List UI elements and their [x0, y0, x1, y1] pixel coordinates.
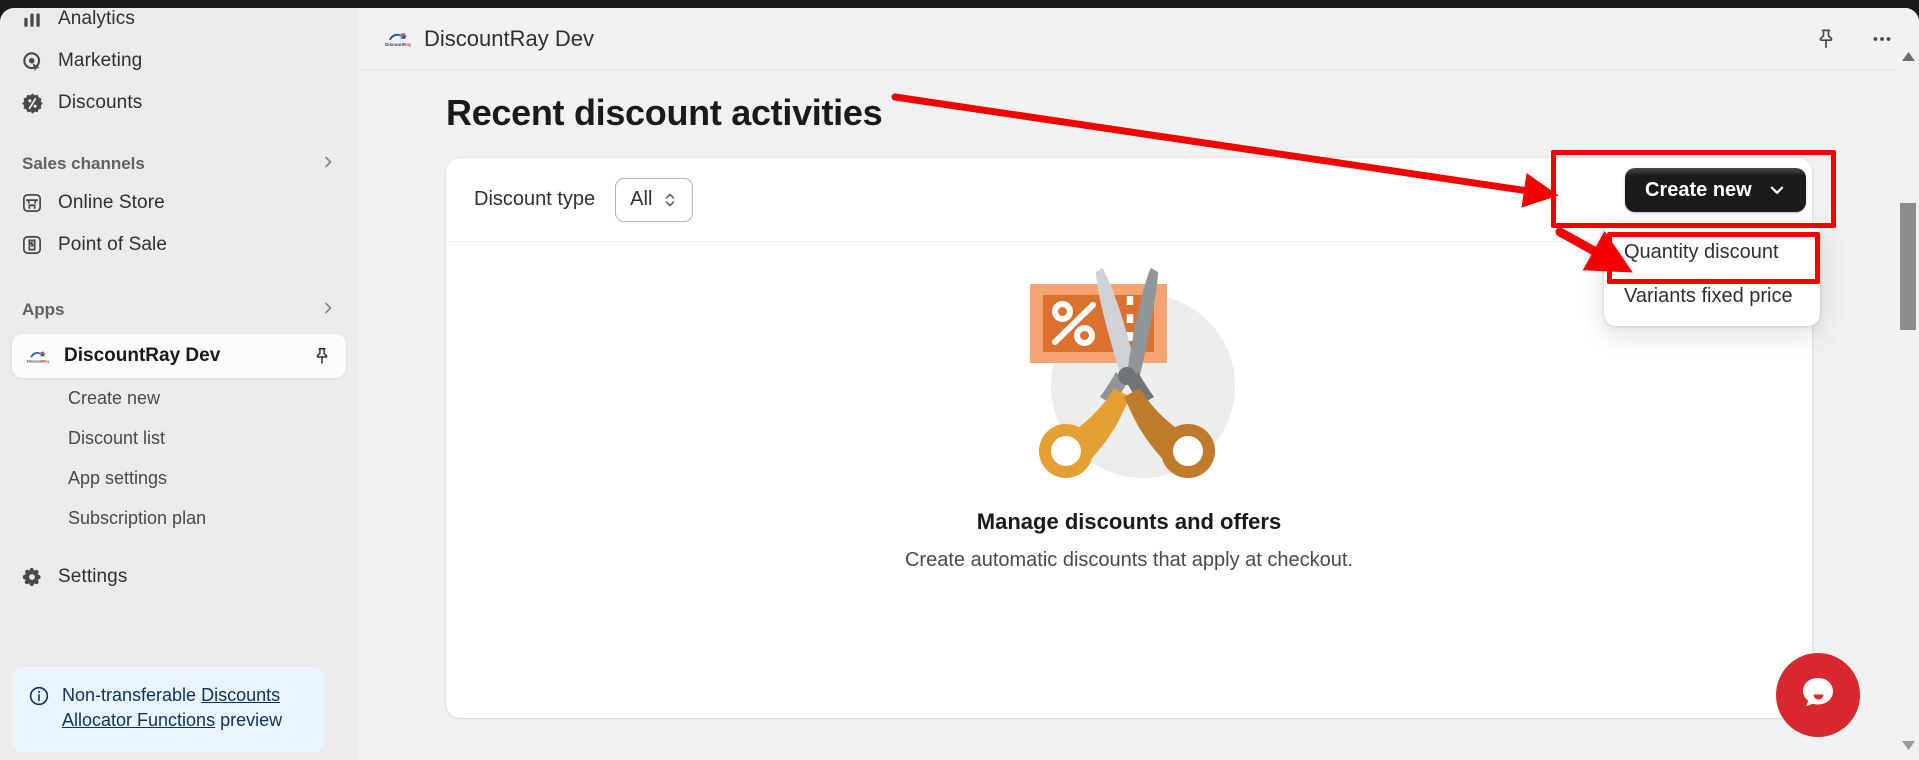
discountray-logo-icon: Discount Ray [385, 27, 411, 51]
discount-type-value: All [630, 188, 653, 210]
analytics-icon [20, 8, 44, 31]
main-pane: Discount Ray DiscountRay Dev Recent disc… [358, 8, 1919, 760]
sidebar-section-apps[interactable]: Apps [10, 292, 348, 328]
chat-bubble-icon [1796, 671, 1840, 720]
sidebar-section-label: Apps [22, 300, 65, 319]
menu-item-quantity-discount[interactable]: Quantity discount [1610, 230, 1814, 274]
empty-state-title: Manage discounts and offers [976, 509, 1282, 534]
pos-bag-icon [20, 233, 44, 257]
sidebar-item-marketing[interactable]: Marketing [10, 40, 348, 82]
sidebar-item-label: Online Store [58, 192, 165, 213]
menu-item-variants-fixed-price[interactable]: Variants fixed price [1610, 274, 1814, 318]
app-topbar: Discount Ray DiscountRay Dev [358, 8, 1919, 70]
sidebar-subitem-create-new[interactable]: Create new [10, 378, 348, 418]
chevron-right-icon[interactable] [320, 154, 336, 175]
sidebar-item-discounts[interactable]: Discounts [10, 82, 348, 124]
create-new-label: Create new [1645, 178, 1752, 201]
sidebar-item-label: Discounts [58, 92, 143, 113]
topbar-title: DiscountRay Dev [424, 25, 594, 51]
pin-icon[interactable] [1811, 24, 1841, 54]
up-down-chevrons-icon [662, 191, 678, 209]
sidebar-item-online-store[interactable]: Online Store [10, 182, 348, 224]
discount-type-label: Discount type [474, 188, 596, 210]
sidebar-item-label: Analytics [58, 8, 135, 29]
sidebar-item-label: Marketing [58, 50, 143, 71]
sidebar-item-label: Point of Sale [58, 234, 168, 255]
discountray-logo-icon: Discount Ray [26, 344, 50, 368]
sidebar-section-sales-channels[interactable]: Sales channels [10, 146, 348, 182]
sidebar-info-banner: Non-transferable Discounts Allocator Fun… [12, 666, 324, 752]
marketing-icon [20, 49, 44, 73]
chevron-down-icon [1768, 181, 1786, 199]
sidebar-subitem-label: Subscription plan [68, 507, 207, 528]
sidebar-settings-row: Settings [0, 550, 358, 598]
sidebar-subitem-app-settings[interactable]: App settings [10, 458, 348, 498]
svg-text:Discount: Discount [27, 359, 44, 363]
svg-text:Ray: Ray [403, 42, 411, 47]
sidebar-item-analytics[interactable]: Analytics [10, 8, 348, 40]
menu-item-label: Quantity discount [1624, 240, 1779, 263]
sidebar-app-label: DiscountRay Dev [64, 345, 221, 366]
more-horizontal-icon[interactable] [1867, 24, 1897, 54]
empty-state-subtitle: Create automatic discounts that apply at… [904, 549, 1354, 571]
banner-text-after: preview [215, 710, 283, 731]
caret-down-icon[interactable] [1897, 741, 1919, 750]
page-scrollbar[interactable] [1897, 8, 1919, 760]
page-title: Recent discount activities [446, 92, 883, 133]
sidebar-section-label: Sales channels [22, 154, 145, 173]
sidebar-subitem-subscription-plan[interactable]: Subscription plan [10, 498, 348, 538]
caret-up-icon[interactable] [1897, 52, 1919, 61]
sidebar-item-discountray-dev[interactable]: Discount Ray DiscountRay Dev [12, 334, 346, 378]
menu-item-label: Variants fixed price [1624, 284, 1793, 307]
banner-text: Non-transferable Discounts Allocator Fun… [62, 683, 308, 734]
chevron-right-icon[interactable] [320, 300, 336, 321]
sidebar-subitem-label: App settings [68, 467, 168, 488]
sidebar-subitem-label: Discount list [68, 427, 166, 448]
sidebar-item-settings[interactable]: Settings [10, 556, 348, 598]
chat-launcher-button[interactable] [1776, 653, 1860, 737]
info-circle-icon [28, 685, 50, 734]
gear-icon [20, 565, 44, 589]
app-window: Analytics Marketing Discounts Sales chan… [0, 0, 1919, 760]
pin-icon[interactable] [312, 346, 332, 366]
coupon-scissors-illustration [1018, 266, 1240, 487]
discount-badge-icon [20, 91, 44, 115]
sidebar-subitem-label: Create new [68, 387, 161, 408]
scrollbar-thumb[interactable] [1900, 203, 1916, 330]
sidebar-scroll-area[interactable]: Analytics Marketing Discounts Sales chan… [0, 8, 358, 560]
storefront-icon [20, 191, 44, 215]
discount-type-select[interactable]: All [615, 177, 694, 222]
create-new-button[interactable]: Create new [1625, 168, 1806, 212]
create-new-dropdown-menu: Quantity discount Variants fixed price [1604, 222, 1820, 326]
svg-text:Ray: Ray [42, 359, 49, 363]
svg-text:Discount: Discount [385, 42, 405, 47]
banner-text-before: Non-transferable [62, 684, 202, 705]
sidebar: Analytics Marketing Discounts Sales chan… [0, 8, 358, 760]
sidebar-item-label: Settings [58, 566, 128, 587]
topbar-actions [1811, 24, 1897, 54]
sidebar-item-point-of-sale[interactable]: Point of Sale [10, 224, 348, 266]
sidebar-subitem-discount-list[interactable]: Discount list [10, 418, 348, 458]
